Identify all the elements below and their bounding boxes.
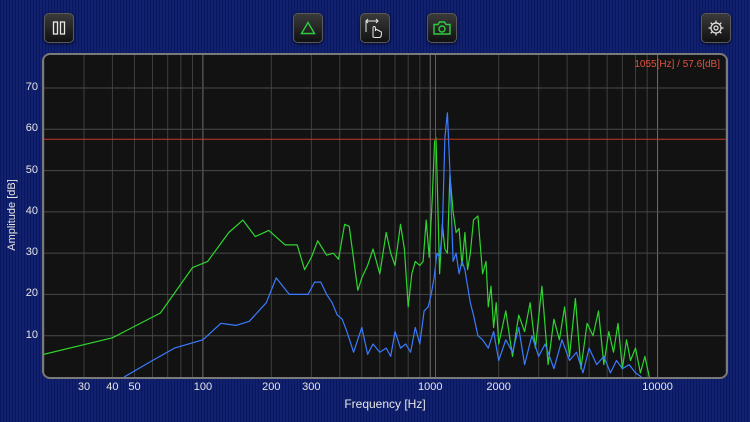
x-tick-label: 30 xyxy=(77,381,91,393)
x-tick-label: 2000 xyxy=(486,381,511,393)
y-tick-label: 60 xyxy=(25,122,38,135)
y-tick-label: 10 xyxy=(25,328,38,341)
camera-icon xyxy=(432,20,452,36)
y-tick-label: 20 xyxy=(25,287,38,300)
pause-icon xyxy=(51,20,67,36)
x-tick-label: 50 xyxy=(128,381,141,393)
x-tick-label: 100 xyxy=(193,381,213,393)
settings-button[interactable] xyxy=(701,13,731,43)
x-tick-label: 10000 xyxy=(642,381,673,393)
peak-button[interactable] xyxy=(293,13,323,43)
spectrum-chart xyxy=(44,55,726,377)
x-tick-label: 40 xyxy=(106,381,119,393)
x-tick-label: 300 xyxy=(302,381,321,393)
y-tick-label: 50 xyxy=(25,163,38,176)
x-tick-label: 200 xyxy=(262,381,281,393)
pause-button[interactable] xyxy=(44,13,74,43)
series-line-2 xyxy=(123,112,642,377)
hand-pointer-icon xyxy=(364,17,386,39)
snapshot-button[interactable] xyxy=(427,13,457,43)
x-axis-label: Frequency [Hz] xyxy=(344,397,426,411)
y-axis-label: Amplitude [dB] xyxy=(6,179,18,251)
triangle-icon xyxy=(300,20,316,36)
gear-icon xyxy=(707,19,725,37)
y-tick-label: 70 xyxy=(25,81,38,94)
spectrum-plot[interactable]: 1055[Hz] / 57.6[dB] xyxy=(42,53,728,379)
cursor-readout: 1055[Hz] / 57.6[dB] xyxy=(634,59,720,70)
x-tick-label: 1000 xyxy=(417,381,443,393)
touch-measure-button[interactable] xyxy=(360,13,390,43)
